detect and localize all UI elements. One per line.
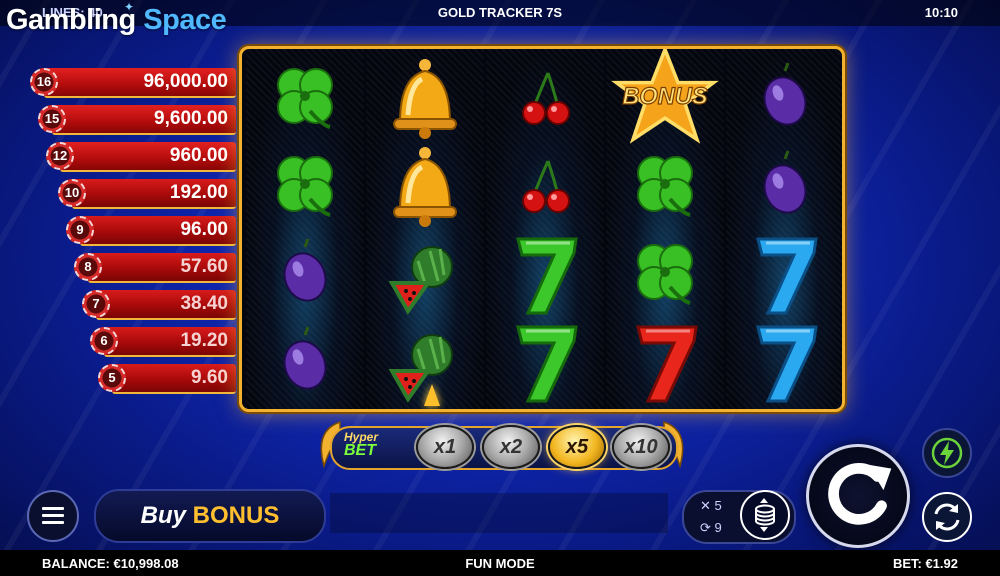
menu-button[interactable]	[27, 490, 79, 542]
paytable-count-chip: 6	[90, 327, 118, 355]
paytable-value: 19.20	[180, 330, 228, 351]
clover-icon	[250, 143, 360, 229]
mode-label: FUN MODE	[465, 556, 535, 571]
bell-icon	[370, 143, 480, 229]
buy-bonus-word-2: BONUS	[192, 502, 280, 529]
clover-icon	[250, 55, 360, 141]
seven-green-icon	[490, 231, 600, 317]
plum-icon	[250, 231, 360, 317]
refresh-icon	[934, 503, 960, 531]
turbo-button[interactable]	[922, 428, 972, 478]
lightning-icon	[931, 437, 963, 469]
autoplay-rounds: ⟳ 9	[700, 520, 722, 535]
paytable-row: 7 38.40	[82, 290, 236, 320]
message-strip	[330, 493, 668, 533]
paytable-row: 8 57.60	[74, 253, 236, 283]
paytable-count-chip: 16	[30, 68, 58, 96]
clover-icon	[610, 143, 720, 229]
bell-icon	[370, 55, 480, 141]
reel-column	[726, 49, 842, 409]
reel-column	[486, 49, 604, 409]
paytable-row: 12 960.00	[46, 142, 236, 172]
paytable-count-chip: 10	[58, 179, 86, 207]
paytable-count-chip: 15	[38, 105, 66, 133]
paytable-value: 96.00	[180, 219, 228, 240]
spin-button[interactable]	[806, 444, 910, 548]
menu-icon-bar	[42, 507, 64, 510]
paytable-row: 10 192.00	[58, 179, 236, 209]
multiplier-x5-button[interactable]: x5	[548, 425, 606, 469]
bonus-star-icon: BONUS	[600, 49, 730, 153]
bet-readout: BET: €1.92	[892, 556, 958, 571]
plum-icon	[730, 55, 840, 141]
multiplier-x2-button[interactable]: x2	[482, 425, 540, 469]
spin-icon	[828, 462, 892, 525]
multiplier-x1-button[interactable]: x1	[416, 425, 474, 469]
seven-green-icon	[490, 319, 600, 405]
logo-word-1: Gambling	[6, 4, 136, 36]
cherry-icon	[490, 143, 600, 229]
paytable-value: 960.00	[169, 145, 228, 166]
buy-bonus-word-1: Buy	[140, 502, 186, 529]
logo-word-2: Space	[143, 4, 227, 36]
seven-blue-icon	[730, 231, 840, 317]
paytable-value: 57.60	[180, 256, 228, 277]
menu-icon-bar	[42, 521, 64, 524]
brand-logo: Gambling Space	[6, 4, 227, 37]
paytable-value: 9.60	[191, 367, 228, 388]
reel-marker-icon	[424, 384, 440, 406]
paytable-count-chip: 12	[46, 142, 74, 170]
watermelon-icon	[370, 231, 480, 317]
multiplier-x10-button[interactable]: x10	[612, 425, 670, 469]
coin-stack-icon	[755, 498, 775, 532]
paytable-value: 192.00	[169, 182, 228, 203]
sparkle-icon: ✦	[124, 0, 135, 14]
reel-column	[366, 49, 484, 409]
paytable-value: 38.40	[180, 293, 228, 314]
paytable-count-chip: 9	[66, 216, 94, 244]
reel-column	[246, 49, 364, 409]
paytable-row: 16 96,000.00	[30, 68, 236, 98]
reel-grid: BONUS	[239, 46, 845, 412]
paytable-row: 15 9,600.00	[38, 105, 236, 135]
menu-icon-bar	[42, 514, 64, 517]
autoplay-count: ✕ 5	[700, 498, 722, 513]
paytable-count-chip: 8	[74, 253, 102, 281]
hyper-bet-label-bottom: BET	[344, 442, 376, 459]
hyper-bet-panel: Hyper BET x1 x2 x5 x10	[316, 414, 688, 474]
plum-icon	[250, 319, 360, 405]
cherry-icon	[490, 55, 600, 141]
paytable-row: 5 9.60	[98, 364, 236, 394]
reel-column: BONUS	[606, 49, 724, 409]
paytable-value: 96,000.00	[143, 71, 228, 92]
coin-stack-button[interactable]	[740, 490, 790, 540]
paytable-row: 9 96.00	[66, 216, 236, 246]
clover-icon	[610, 231, 720, 317]
seven-blue-icon	[730, 319, 840, 405]
bonus-star-text: BONUS	[622, 84, 708, 110]
paytable-count-chip: 5	[98, 364, 126, 392]
paytable-value: 9,600.00	[154, 108, 228, 129]
status-bar: BALANCE: €10,998.08 FUN MODE BET: €1.92	[0, 550, 1000, 576]
seven-red-icon	[610, 319, 720, 405]
paytable-count-chip: 7	[82, 290, 110, 318]
refresh-button[interactable]	[922, 492, 972, 542]
plum-icon	[730, 143, 840, 229]
hyper-bet-label: Hyper BET	[344, 430, 378, 459]
buy-bonus-button[interactable]: Buy BONUS	[94, 489, 326, 543]
paytable: 16 96,000.00 15 9,600.00 12 960.00 10 192.00 9 96…	[0, 68, 240, 398]
clock: 10:10	[924, 5, 958, 20]
paytable-row: 6 19.20	[90, 327, 236, 357]
